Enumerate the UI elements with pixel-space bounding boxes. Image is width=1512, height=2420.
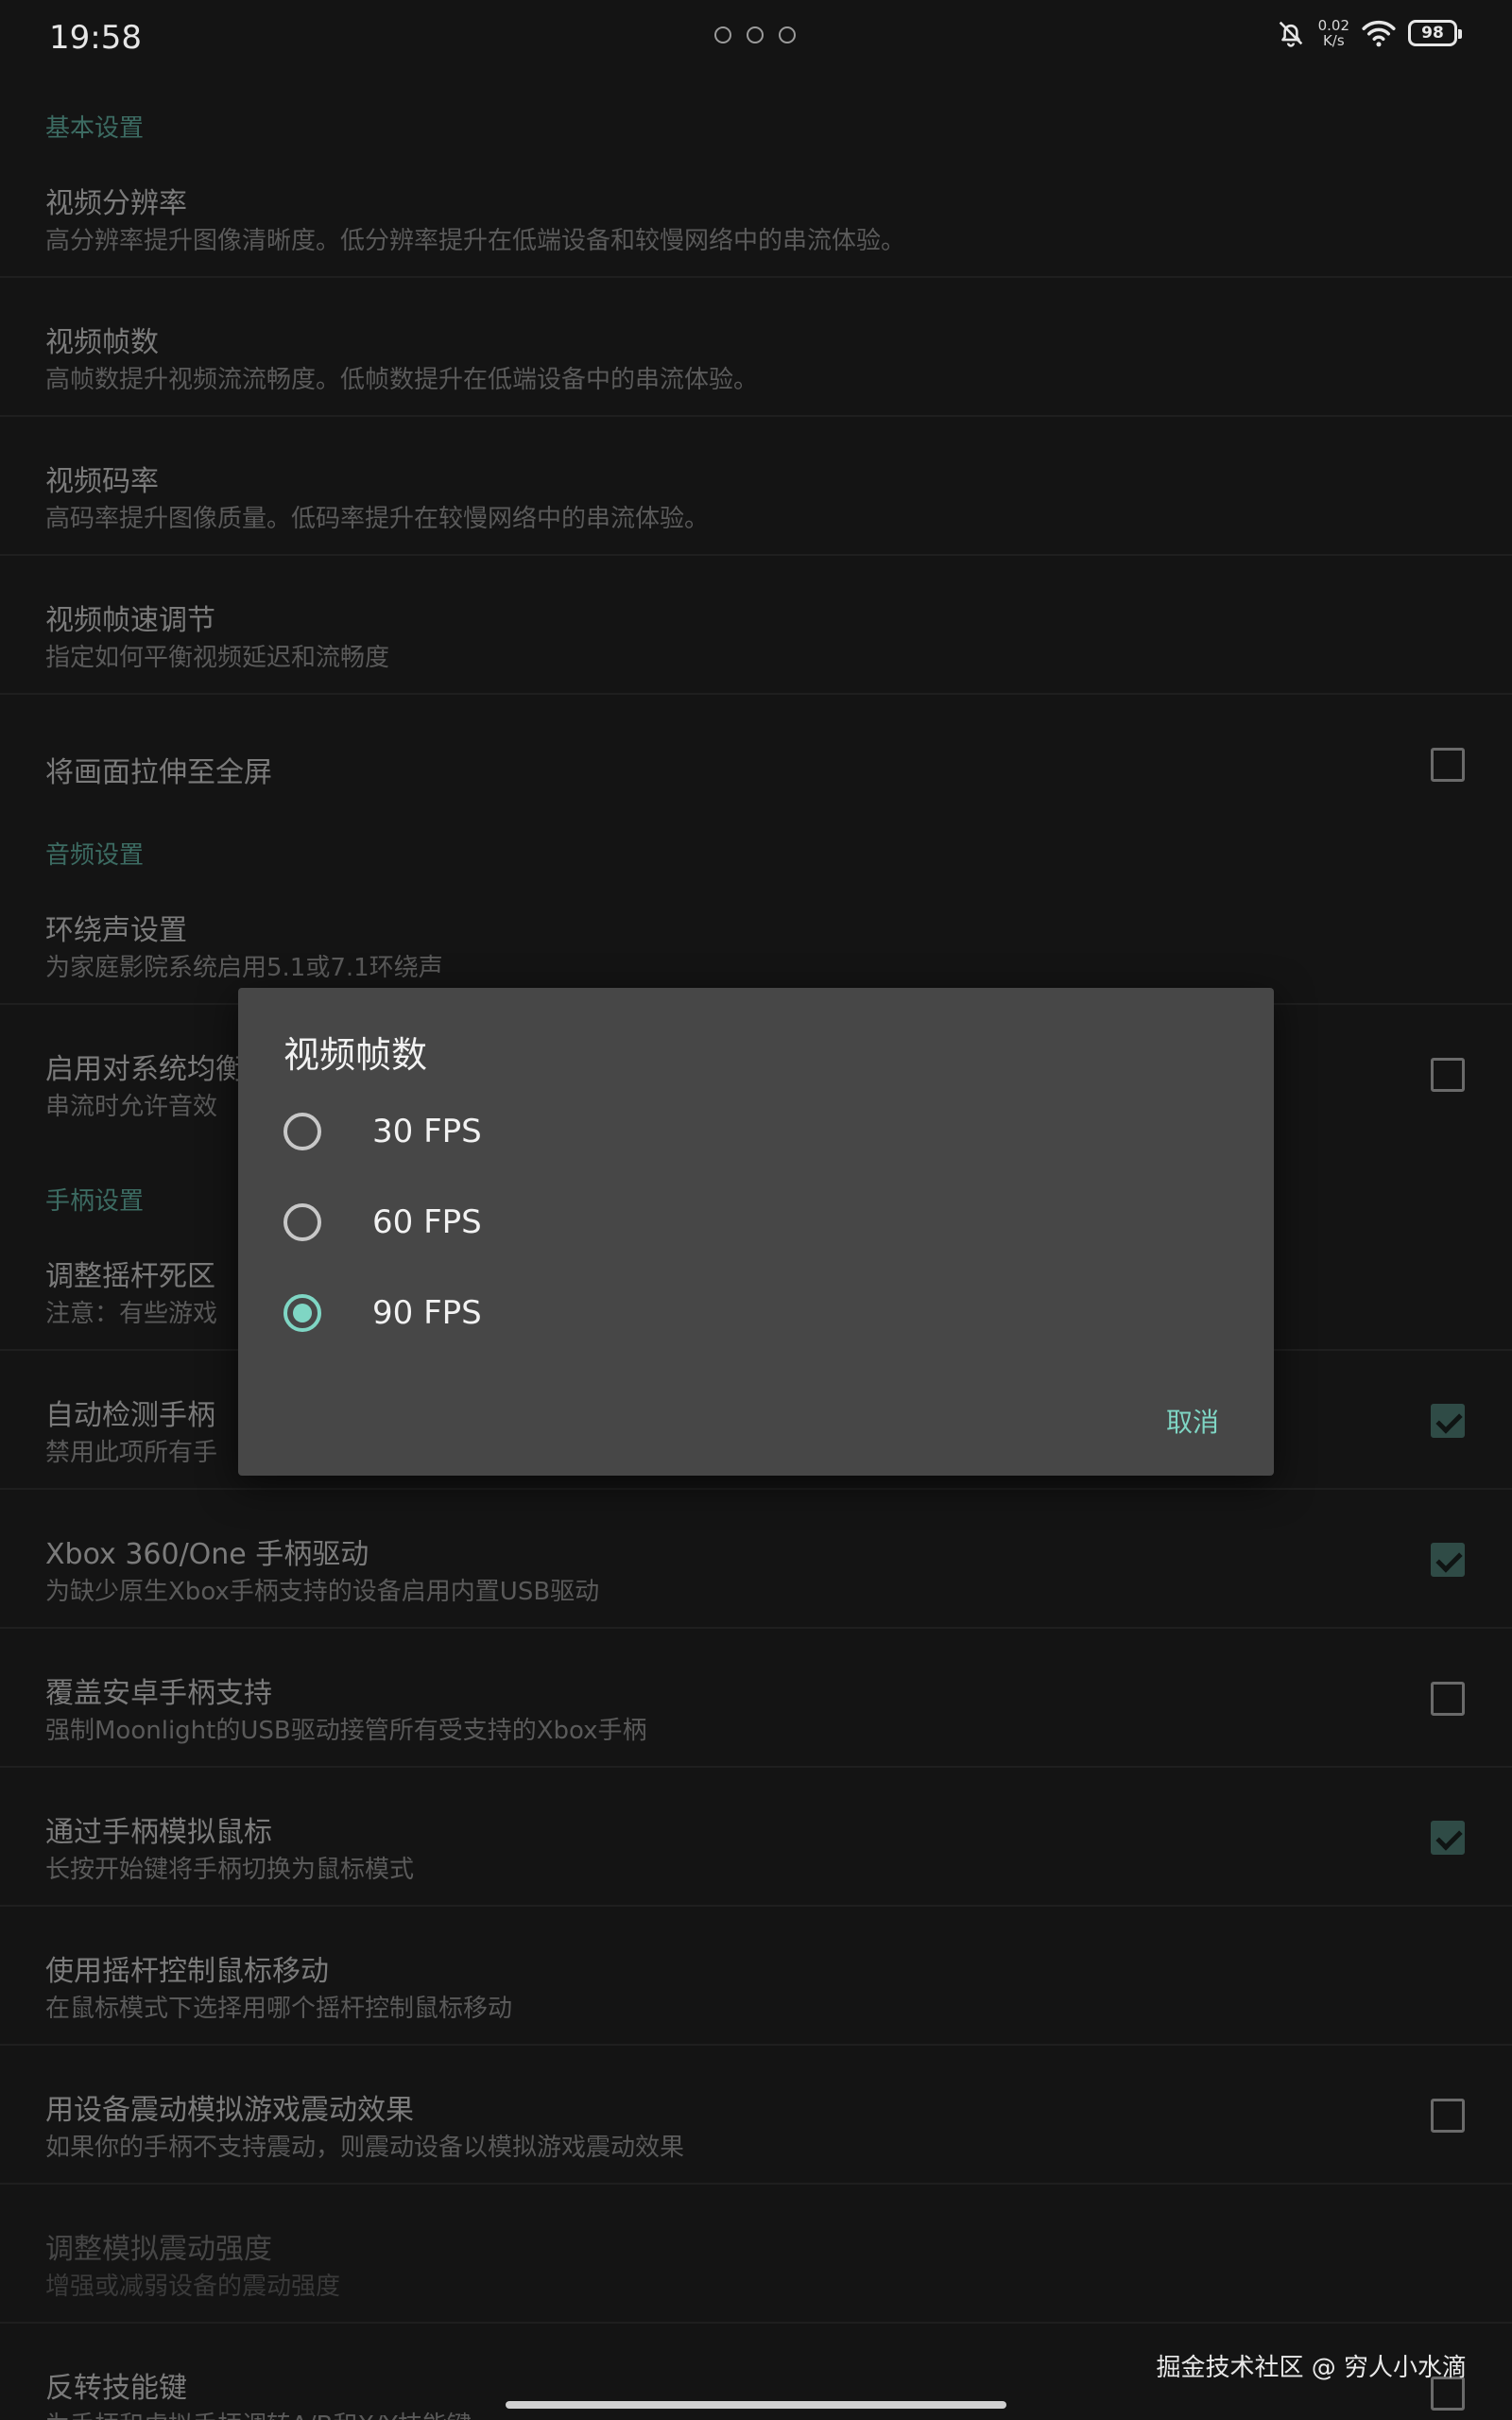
- bell-off-icon: [1279, 21, 1302, 47]
- section-header-basic: 基本设置: [45, 114, 145, 143]
- dialog-title: 视频帧数: [284, 1034, 428, 1076]
- pref-title: 覆盖安卓手柄支持: [45, 1677, 272, 1710]
- auto-detect-gamepad-checkbox[interactable]: [1431, 1404, 1465, 1438]
- dot: [747, 26, 764, 43]
- pref-video-bitrate[interactable]: 视频码率 高码率提升图像质量。低码率提升在较慢网络中的串流体验。: [0, 418, 1512, 556]
- pref-title: 视频帧速调节: [45, 604, 215, 637]
- dot: [714, 26, 731, 43]
- pref-summary: 在鼠标模式下选择用哪个摇杆控制鼠标移动: [45, 1995, 513, 2023]
- pref-frame-pacing[interactable]: 视频帧速调节 指定如何平衡视频延迟和流畅度: [0, 557, 1512, 695]
- pref-device-rumble[interactable]: 用设备震动模拟游戏震动效果 如果你的手柄不支持震动，则震动设备以模拟游戏震动效果: [0, 2047, 1512, 2185]
- pref-summary: 为缺少原生Xbox手柄支持的设备启用内置USB驱动: [45, 1578, 600, 1606]
- cancel-button[interactable]: 取消: [1166, 1402, 1219, 1440]
- pref-summary: 串流时允许音效: [45, 1093, 218, 1121]
- radio-30fps[interactable]: [284, 1113, 321, 1150]
- status-time: 19:58: [49, 19, 142, 57]
- pref-title: Xbox 360/One 手柄驱动: [45, 1538, 369, 1571]
- pref-override-android-gamepad[interactable]: 覆盖安卓手柄支持 强制Moonlight的USB驱动接管所有受支持的Xbox手柄: [0, 1630, 1512, 1768]
- xbox-driver-checkbox[interactable]: [1431, 1543, 1465, 1577]
- pref-title: 反转技能键: [45, 2372, 187, 2405]
- pref-surround-sound[interactable]: 环绕声设置 为家庭影院系统启用5.1或7.1环绕声: [0, 867, 1512, 1005]
- dot: [779, 26, 796, 43]
- fps-dialog: 视频帧数 30 FPS 60 FPS 90 FPS 取消: [238, 988, 1274, 1476]
- pref-gamepad-mouse-emulation[interactable]: 通过手柄模拟鼠标 长按开始键将手柄切换为鼠标模式: [0, 1769, 1512, 1907]
- option-60fps[interactable]: 60 FPS: [284, 1175, 1228, 1266]
- pref-summary: 为手柄和虚拟手柄调转A/B和X/Y技能键: [45, 2406, 472, 2420]
- window-dots[interactable]: [714, 26, 796, 43]
- pref-summary: 为家庭影院系统启用5.1或7.1环绕声: [45, 954, 443, 982]
- stretch-fullscreen-checkbox[interactable]: [1431, 748, 1465, 782]
- pref-rumble-strength: 调整模拟震动强度 增强或减弱设备的震动强度: [0, 2186, 1512, 2324]
- pref-summary: 如果你的手柄不支持震动，则震动设备以模拟游戏震动效果: [45, 2134, 685, 2162]
- network-speed-value: 0.02: [1317, 17, 1349, 34]
- status-icons: 0.02 K/s 98: [1275, 17, 1462, 49]
- radio-90fps-selected[interactable]: [284, 1294, 321, 1332]
- pref-xbox-driver[interactable]: Xbox 360/One 手柄驱动 为缺少原生Xbox手柄支持的设备启用内置US…: [0, 1491, 1512, 1629]
- option-label: 90 FPS: [372, 1294, 482, 1332]
- pref-title: 调整模拟震动强度: [45, 2233, 272, 2266]
- pref-summary: 指定如何平衡视频延迟和流畅度: [45, 644, 390, 672]
- pref-title: 调整摇杆死区: [45, 1260, 215, 1293]
- pref-title: 用设备震动模拟游戏震动效果: [45, 2094, 414, 2127]
- status-bar: 19:58 0.02 K/s 98: [0, 0, 1512, 76]
- pref-title: 自动检测手柄: [45, 1399, 215, 1432]
- pref-title: 环绕声设置: [45, 914, 187, 947]
- radio-60fps[interactable]: [284, 1203, 321, 1241]
- battery-icon: 98: [1408, 20, 1462, 46]
- settings-screen: 19:58 0.02 K/s 98 基本设置 视频分辨率 高分辨率提升图像清晰度…: [0, 0, 1512, 2420]
- section-header-gamepad: 手柄设置: [45, 1187, 145, 1216]
- pref-summary: 长按开始键将手柄切换为鼠标模式: [45, 1856, 415, 1884]
- pref-summary: 增强或减弱设备的震动强度: [45, 2273, 341, 2301]
- pref-title: 通过手柄模拟鼠标: [45, 1816, 272, 1849]
- pref-summary: 禁用此项所有手: [45, 1439, 218, 1467]
- pref-summary: 高分辨率提升图像清晰度。低分辨率提升在低端设备和较慢网络中的串流体验。: [45, 227, 906, 255]
- system-equalizer-checkbox[interactable]: [1431, 1058, 1465, 1092]
- option-label: 30 FPS: [372, 1113, 482, 1150]
- pref-title: 视频帧数: [45, 326, 159, 359]
- pref-summary: 强制Moonlight的USB驱动接管所有受支持的Xbox手柄: [45, 1717, 647, 1745]
- pref-stick-mouse-movement[interactable]: 使用摇杆控制鼠标移动 在鼠标模式下选择用哪个摇杆控制鼠标移动: [0, 1908, 1512, 2046]
- pref-summary: 高码率提升图像质量。低码率提升在较慢网络中的串流体验。: [45, 505, 710, 533]
- gesture-bar[interactable]: [506, 2401, 1006, 2409]
- device-rumble-checkbox[interactable]: [1431, 2099, 1465, 2133]
- wifi-icon: [1362, 20, 1396, 47]
- pref-title: 视频码率: [45, 465, 159, 498]
- option-30fps[interactable]: 30 FPS: [284, 1084, 1228, 1175]
- network-speed-unit: K/s: [1322, 32, 1345, 49]
- pref-video-resolution[interactable]: 视频分辨率 高分辨率提升图像清晰度。低分辨率提升在低端设备和较慢网络中的串流体验…: [0, 140, 1512, 278]
- pref-video-fps[interactable]: 视频帧数 高帧数提升视频流流畅度。低帧数提升在低端设备中的串流体验。: [0, 279, 1512, 417]
- option-label: 60 FPS: [372, 1203, 482, 1241]
- pref-summary: 注意：有些游戏: [45, 1300, 218, 1328]
- pref-title: 使用摇杆控制鼠标移动: [45, 1955, 329, 1988]
- section-header-audio: 音频设置: [45, 841, 145, 870]
- battery-level: 98: [1421, 24, 1444, 43]
- pref-title: 将画面拉伸至全屏: [45, 756, 272, 789]
- pref-title: 启用对系统均衡: [45, 1053, 244, 1086]
- pref-stretch-fullscreen[interactable]: 将画面拉伸至全屏: [0, 696, 1512, 834]
- network-speed: 0.02 K/s: [1318, 18, 1349, 48]
- pref-summary: 高帧数提升视频流流畅度。低帧数提升在低端设备中的串流体验。: [45, 366, 759, 394]
- gamepad-mouse-emulation-checkbox[interactable]: [1431, 1821, 1465, 1855]
- watermark: 掘金技术社区 @ 穷人小水滴: [1156, 2354, 1467, 2382]
- option-90fps[interactable]: 90 FPS: [284, 1266, 1228, 1357]
- override-android-gamepad-checkbox[interactable]: [1431, 1682, 1465, 1716]
- pref-title: 视频分辨率: [45, 187, 187, 220]
